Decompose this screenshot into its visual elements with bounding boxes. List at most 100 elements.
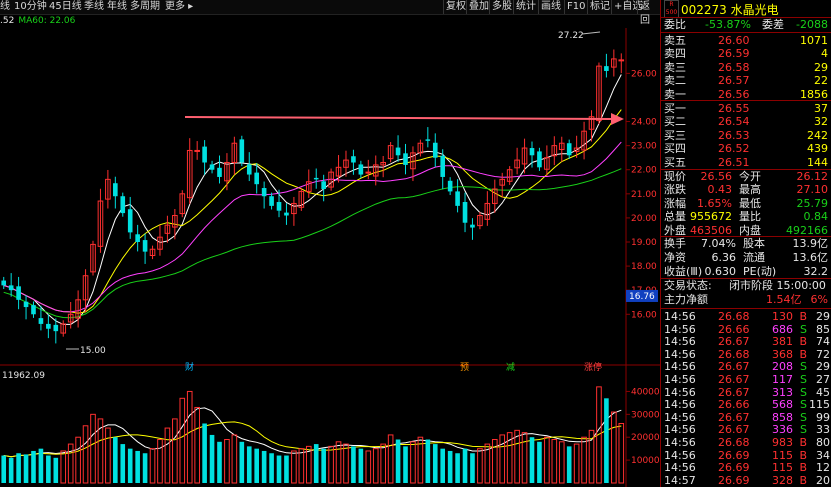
- ask-price: 26.57: [718, 74, 750, 88]
- price-tick-label: 22.00: [631, 166, 657, 176]
- bid-row: 买三 26.53 242: [661, 129, 831, 142]
- tick-side: S: [800, 410, 807, 424]
- tick-volume: 686: [772, 322, 793, 336]
- quote-row: 总量 955672 量比 0.84: [661, 210, 831, 223]
- tick-price: 26.67: [718, 410, 750, 424]
- candle-body: [31, 305, 36, 315]
- tick-side: B: [799, 461, 807, 475]
- bid-row: 买五 26.51 144: [661, 156, 831, 169]
- candle-body: [358, 164, 364, 175]
- bid-price: 26.53: [718, 128, 750, 142]
- bid-price: 26.52: [718, 142, 750, 156]
- volume-bar: [179, 397, 186, 484]
- period-tab-season[interactable]: 季线: [84, 0, 104, 14]
- kline-chart[interactable]: 28.00 26.00 24.00 23.00 22.00 21.00 20.00 19.00…: [0, 28, 660, 487]
- tick-price: 26.67: [718, 360, 750, 374]
- volume-bar: [410, 441, 416, 484]
- volume-bar: [75, 436, 81, 484]
- volume-bar: [604, 398, 609, 483]
- tick-volume: 381: [772, 335, 793, 349]
- volume-bar: [335, 441, 342, 484]
- quote-value: 1.65%: [697, 196, 732, 210]
- overlay-button[interactable]: 叠加: [466, 0, 491, 14]
- price-tick-label: 20.00: [631, 214, 657, 224]
- candle-body: [313, 177, 319, 180]
- tick-side: B: [799, 335, 807, 349]
- candle-body: [604, 66, 609, 71]
- moving-average-lines: [3, 74, 622, 458]
- tick-time: 14:56: [664, 398, 696, 412]
- candlestick-series: [1, 49, 625, 344]
- bid-label: 买三: [664, 128, 686, 142]
- candle-body: [537, 151, 542, 168]
- tick-time: 14:56: [664, 373, 696, 386]
- bid-row: 买二 26.54 32: [661, 115, 831, 128]
- period-more-button[interactable]: 更多 ▸: [165, 0, 193, 14]
- quote-label: 涨跌: [664, 183, 686, 197]
- multi-stock-button[interactable]: 多股: [489, 0, 514, 14]
- volume-bar: [16, 453, 21, 483]
- quote-value: 463506: [690, 223, 732, 237]
- candle-body: [217, 167, 222, 177]
- tick-time: 14:56: [664, 322, 696, 336]
- tick-price: 26.68: [718, 347, 750, 361]
- trade-status-row: 交易状态: 闭市阶段 15:00:00: [664, 279, 826, 292]
- volume-bar: [521, 432, 528, 484]
- ma5-line: [3, 74, 622, 325]
- bid-label: 买一: [664, 102, 686, 115]
- period-tab-multi[interactable]: 多周期: [130, 0, 160, 14]
- tick-count: 20: [816, 473, 830, 487]
- period-tab-45day[interactable]: 45日线: [49, 0, 82, 14]
- volume-bar: [462, 448, 468, 483]
- period-toolbar: 线 10分钟 45日线 季线 年线 多周期 更多 ▸ 复权 叠加 多股 统计 画…: [0, 0, 660, 26]
- tick-row: 14:56 26.66 686 S 85: [661, 323, 831, 336]
- tick-price: 26.67: [718, 335, 750, 349]
- draw-line-button[interactable]: 画线: [538, 0, 563, 14]
- quote-label: 量比: [739, 210, 761, 224]
- fundamental-label: 净资: [664, 250, 686, 264]
- volume-legend: 11962.09: [2, 371, 45, 381]
- candle-body: [202, 146, 207, 163]
- candle-body: [246, 164, 252, 175]
- volume-bar: [477, 448, 483, 484]
- ma-legend-prefix: .52: [0, 16, 15, 26]
- candle-body: [618, 59, 625, 62]
- tick-count: 34: [816, 448, 830, 462]
- quote-label: 最低: [739, 196, 761, 210]
- ask-row: 卖四 26.59 4: [661, 47, 831, 60]
- volume-tick-label: 10000: [631, 456, 660, 466]
- tick-side: B: [799, 473, 807, 487]
- statistics-button[interactable]: 统计: [513, 0, 538, 14]
- mark-button[interactable]: 标记: [587, 0, 612, 14]
- volume-bar: [499, 434, 506, 484]
- volume-bar: [551, 439, 558, 484]
- bid-row: 买一 26.55 37: [661, 102, 831, 115]
- ask-label: 卖二: [664, 74, 686, 88]
- period-tab-10min[interactable]: 10分钟: [14, 0, 47, 14]
- chart-annotations: 27.22 15.00 财 预 减 涨停: [66, 31, 624, 373]
- quote-panel: R 500 002273 水晶光电 委比 -53.87% 委差 -2088 卖五 2…: [660, 0, 831, 487]
- tick-time: 14:56: [664, 347, 696, 361]
- volume-bar: [120, 444, 126, 483]
- f10-button[interactable]: F10: [564, 0, 587, 14]
- candle-body: [53, 324, 59, 332]
- volume-bar: [284, 455, 289, 483]
- current-price-label: 16.76: [629, 292, 655, 302]
- period-tab-day[interactable]: 线: [0, 0, 10, 14]
- price-tick-label: 23.00: [631, 142, 657, 152]
- candle-body: [276, 202, 282, 211]
- restore-right-button[interactable]: 复权: [443, 0, 468, 14]
- volume-bar: [239, 441, 245, 483]
- fundamental-row: 换手 7.04% 股本 13.9亿: [661, 237, 831, 250]
- volume-bar: [269, 453, 274, 483]
- volume-bar: [343, 443, 349, 484]
- tick-row: 14:56 26.69 115 B 34: [661, 449, 831, 462]
- back-button[interactable]: 返回: [637, 0, 660, 26]
- tick-volume: 336: [772, 423, 793, 437]
- quote-row: 涨跌 0.43 最高 27.10: [661, 183, 831, 196]
- ask-price: 26.58: [718, 60, 750, 74]
- period-tab-year[interactable]: 年线: [107, 0, 127, 14]
- volume-bar: [142, 453, 148, 483]
- volume-bar: [1, 455, 7, 483]
- price-tick-label: 24.00: [631, 118, 657, 128]
